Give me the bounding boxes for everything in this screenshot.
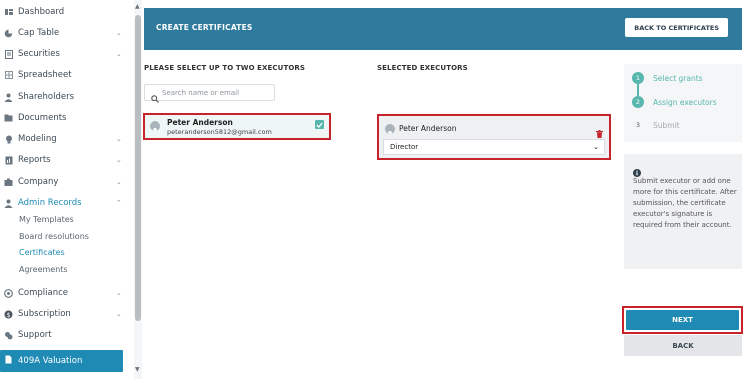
- sidebar-item-label: Support: [18, 330, 52, 340]
- chevron-up-icon: ⌃: [116, 199, 122, 207]
- pie-chart-icon: [4, 29, 13, 38]
- sidebar-409a-valuation-button[interactable]: 409A Valuation: [0, 350, 123, 372]
- role-select-value: Director: [390, 143, 419, 151]
- executors-heading: PLEASE SELECT UP TO TWO EXECUTORS: [144, 64, 306, 72]
- sidebar-subitem-board-resolutions[interactable]: Board resolutions: [19, 232, 89, 241]
- sidebar-item-label: Documents: [18, 113, 67, 123]
- sidebar-item-label: Cap Table: [18, 28, 60, 38]
- next-button-highlight: NEXT: [622, 306, 743, 334]
- selected-executor-card: Peter Anderson Director ⌄: [377, 114, 611, 160]
- chevron-down-icon: ⌄: [116, 289, 122, 297]
- sidebar-item-label: Compliance: [18, 288, 69, 298]
- dashboard-icon: [4, 8, 13, 17]
- sidebar-item-cap-table[interactable]: Cap Table ⌄: [0, 23, 132, 43]
- sidebar-item-dashboard[interactable]: Dashboard: [0, 2, 132, 22]
- executor-role-select[interactable]: Director ⌄: [383, 139, 605, 155]
- chevron-down-icon: ⌄: [116, 135, 122, 143]
- sidebar-item-support[interactable]: Support: [0, 325, 132, 345]
- sidebar: Dashboard Cap Table ⌄ Securities ⌄ Sprea…: [0, 0, 132, 379]
- sidebar-subitem-agreements[interactable]: Agreements: [19, 265, 68, 274]
- search-box: [144, 84, 275, 103]
- support-icon: [4, 331, 13, 340]
- building-icon: [4, 178, 13, 187]
- sidebar-item-spreadsheet[interactable]: Spreadsheet: [0, 65, 132, 85]
- avatar: [150, 121, 160, 131]
- executor-name: Peter Anderson: [167, 118, 233, 127]
- chevron-down-icon: ⌄: [593, 143, 599, 151]
- sidebar-item-company[interactable]: Company ⌄: [0, 172, 132, 192]
- page-title: CREATE CERTIFICATES: [156, 23, 253, 32]
- step-number: 1: [632, 72, 644, 84]
- sidebar-subitem-certificates[interactable]: Certificates: [19, 248, 65, 257]
- sidebar-subitem-my-templates[interactable]: My Templates: [19, 215, 74, 224]
- sidebar-item-subscription[interactable]: $ Subscription ⌄: [0, 304, 132, 324]
- scrollbar-thumb[interactable]: [135, 15, 141, 321]
- sidebar-item-label: Spreadsheet: [18, 70, 72, 80]
- step-number: 2: [632, 96, 644, 108]
- step-label: Select grants: [653, 74, 703, 83]
- compliance-icon: [4, 288, 13, 298]
- executor-email: peteranderson5812@gmail.com: [167, 128, 272, 136]
- page-header: CREATE CERTIFICATES BACK TO CERTIFICATES: [144, 8, 742, 50]
- sidebar-item-label: Dashboard: [18, 7, 65, 17]
- document-stack-icon: [4, 49, 13, 59]
- sidebar-item-label: Reports: [18, 155, 51, 165]
- admin-icon: [4, 199, 13, 208]
- scroll-up-icon[interactable]: ▲: [135, 3, 140, 10]
- progress-stepper: 1 Select grants 2 Assign executors 3 Sub…: [624, 64, 742, 142]
- sidebar-item-label: Modeling: [18, 134, 57, 144]
- back-to-certificates-button[interactable]: BACK TO CERTIFICATES: [625, 18, 728, 37]
- sidebar-item-securities[interactable]: Securities ⌄: [0, 44, 132, 64]
- svg-text:$: $: [7, 312, 11, 319]
- executor-option[interactable]: Peter Anderson peteranderson5812@gmail.c…: [143, 113, 331, 140]
- step-label: Assign executors: [653, 98, 717, 107]
- check-icon: [316, 122, 323, 128]
- person-icon: [4, 93, 13, 102]
- sidebar-item-documents[interactable]: Documents: [0, 108, 132, 128]
- info-box: Submit executor or add one more for this…: [624, 154, 742, 269]
- chevron-down-icon: ⌄: [116, 156, 122, 164]
- executor-checkbox[interactable]: [315, 120, 324, 129]
- chevron-down-icon: ⌄: [116, 310, 122, 318]
- sidebar-item-label: Subscription: [18, 309, 71, 319]
- selected-executor-name: Peter Anderson: [399, 124, 457, 133]
- folder-icon: [4, 114, 13, 123]
- info-text: Submit executor or add one more for this…: [633, 177, 737, 229]
- step-connector: [637, 84, 639, 96]
- chevron-down-icon: ⌄: [116, 178, 122, 186]
- step-number: 3: [635, 121, 641, 129]
- avatar: [385, 124, 395, 134]
- sidebar-item-label: Admin Records: [18, 198, 82, 208]
- sidebar-item-label: Securities: [18, 49, 60, 59]
- sidebar-item-shareholders[interactable]: Shareholders: [0, 87, 132, 107]
- spreadsheet-icon: [4, 71, 13, 80]
- lightbulb-icon: [4, 135, 13, 144]
- chevron-down-icon: ⌄: [116, 50, 122, 58]
- step-label: Submit: [653, 121, 680, 130]
- search-input[interactable]: [162, 86, 270, 99]
- selected-executors-heading: SELECTED EXECUTORS: [377, 64, 468, 72]
- scroll-down-icon[interactable]: ▼: [135, 366, 140, 373]
- document-icon: [5, 355, 12, 367]
- chevron-down-icon: ⌄: [116, 29, 122, 37]
- sidebar-item-reports[interactable]: Reports ⌄: [0, 150, 132, 170]
- next-button[interactable]: NEXT: [626, 310, 739, 330]
- dollar-icon: $: [4, 310, 13, 319]
- sidebar-item-admin-records[interactable]: Admin Records ⌃: [0, 193, 132, 213]
- sidebar-item-label: Shareholders: [18, 92, 75, 102]
- sidebar-cta-label: 409A Valuation: [18, 356, 83, 366]
- back-button[interactable]: BACK: [624, 335, 742, 356]
- sidebar-item-modeling[interactable]: Modeling ⌄: [0, 129, 132, 149]
- search-icon: [151, 88, 159, 107]
- sidebar-item-label: Company: [18, 177, 59, 187]
- sidebar-item-compliance[interactable]: Compliance ⌄: [0, 283, 132, 303]
- report-icon: [4, 156, 13, 165]
